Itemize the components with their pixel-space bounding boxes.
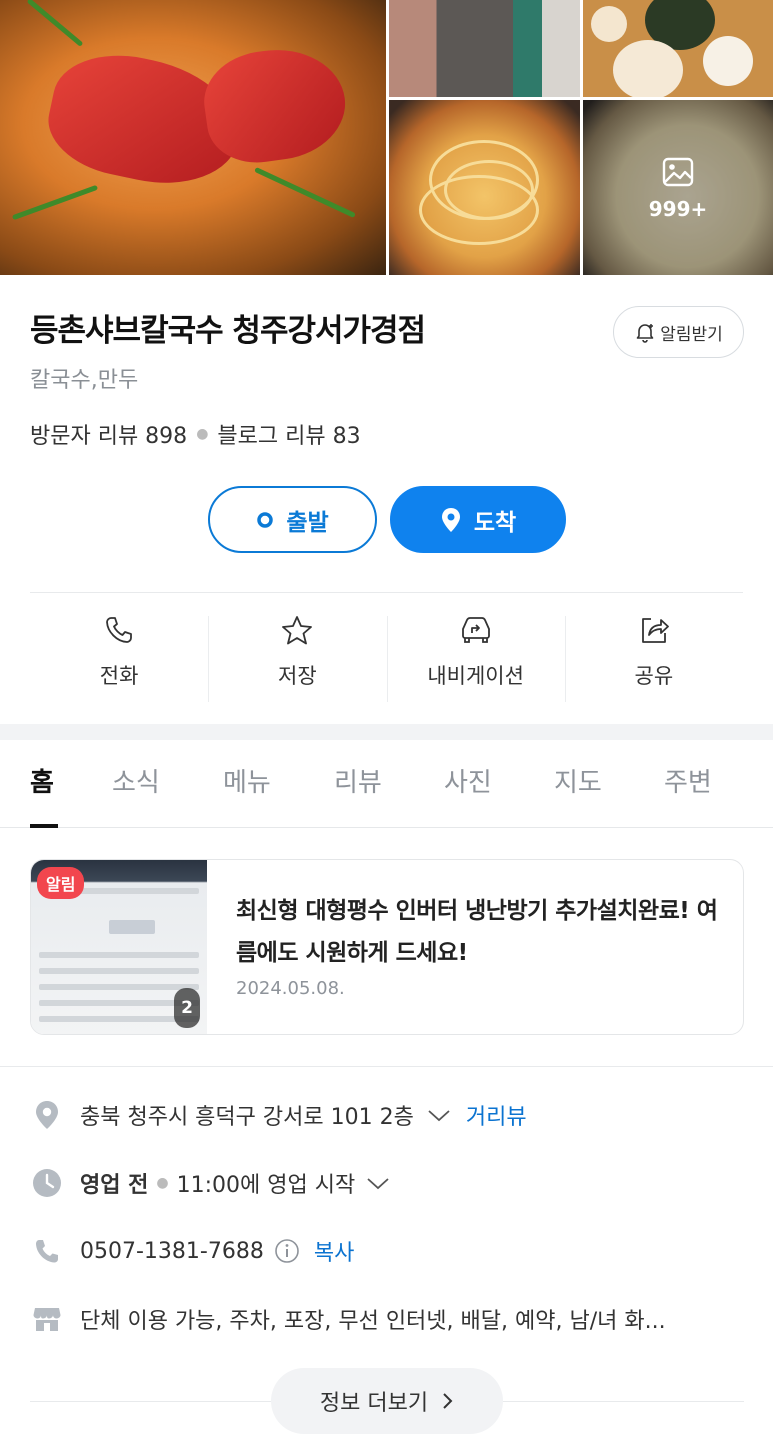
more-photos-count: 999+ [648, 196, 708, 221]
call-label: 전화 [99, 664, 139, 688]
tab-photo[interactable]: 사진 [444, 762, 492, 799]
notice-badge: 알림 [37, 867, 85, 899]
photo-detail-herb [11, 184, 99, 221]
notice-date: 2024.05.08. [236, 978, 345, 999]
gallery-photo-fried-rice[interactable]: 999+ [583, 100, 773, 275]
more-info-label: 정보 더보기 [319, 1391, 429, 1416]
more-photos-overlay[interactable]: 999+ [583, 100, 773, 275]
tab-nearby[interactable]: 주변 [664, 762, 712, 799]
gallery-photo-building[interactable] [389, 0, 580, 97]
save-label: 저장 [278, 664, 317, 688]
address-text: 충북 청주시 흥덕구 강서로 101 2층 [80, 1105, 414, 1130]
hours-status: 영업 전 [80, 1173, 149, 1198]
hours-row: 영업 전 ● 11:00에 영업 시작 [30, 1163, 391, 1203]
divider [30, 1401, 271, 1402]
photo-detail-vent [39, 968, 199, 974]
separator-dot: ● [156, 1175, 169, 1191]
phone-number[interactable]: 0507-1381-7688 [80, 1239, 264, 1264]
phone-icon [30, 1234, 64, 1268]
tab-map[interactable]: 지도 [554, 762, 602, 799]
divider [0, 1066, 773, 1067]
photo-detail-herb [254, 166, 356, 219]
more-info-button[interactable]: 정보 더보기 [271, 1368, 503, 1434]
copy-link[interactable]: 복사 [314, 1235, 354, 1267]
visitor-review-link[interactable]: 방문자 리뷰 898 [30, 418, 187, 450]
location-pin-icon [441, 507, 460, 532]
amenities-text: 단체 이용 가능, 주차, 포장, 무선 인터넷, 배달, 예약, 남/녀 화.… [80, 1309, 666, 1334]
gallery-photo-noodles[interactable] [389, 100, 580, 275]
store-icon [30, 1302, 64, 1336]
tab-home[interactable]: 홈 [30, 762, 54, 799]
origin-dot-icon [257, 511, 274, 528]
review-summary: 방문자 리뷰 898 ● 블로그 리뷰 83 [30, 418, 361, 450]
notice-card[interactable]: 알림 2 최신형 대형평수 인버터 냉난방기 추가설치완료! 여름에도 시원하게… [30, 859, 744, 1035]
photo-detail-vent [39, 952, 199, 958]
gallery-photo-main[interactable] [0, 0, 386, 275]
notice-title: 최신형 대형평수 인버터 냉난방기 추가설치완료! 여름에도 시원하게 드세요! [236, 898, 718, 966]
photo-detail-panel [109, 920, 155, 934]
navigation-label: 내비게이션 [427, 664, 524, 688]
save-action[interactable]: 저장 [208, 604, 386, 714]
chevron-down-icon[interactable] [426, 1105, 452, 1125]
amenities-row[interactable]: 단체 이용 가능, 주차, 포장, 무선 인터넷, 배달, 예약, 남/녀 화.… [30, 1299, 666, 1339]
address-row: 충북 청주시 흥덕구 강서로 101 2층 거리뷰 [30, 1095, 527, 1135]
separator-dot: ● [196, 426, 209, 442]
alarm-label: 알림받기 [660, 324, 723, 345]
chevron-right-icon [443, 1393, 453, 1409]
place-name: 등촌샤브칼국수 청주강서가경점 [30, 313, 426, 349]
photo-detail-dish [613, 40, 683, 97]
arrive-label: 도착 [473, 509, 517, 536]
phone-icon [106, 617, 133, 643]
depart-label: 출발 [286, 509, 329, 536]
clock-icon [30, 1166, 64, 1200]
notice-image: 알림 2 [31, 860, 207, 1034]
photo-detail-noodle [419, 175, 539, 245]
photo-detail-herb [26, 0, 84, 47]
street-view-link[interactable]: 거리뷰 [466, 1099, 527, 1131]
gallery-photo-side-dishes[interactable] [583, 0, 773, 97]
share-icon [641, 618, 669, 643]
share-action[interactable]: 공유 [564, 604, 743, 714]
photo-gallery[interactable]: 999+ [0, 0, 773, 275]
tab-bar: 홈 소식 메뉴 리뷰 사진 지도 주변 [0, 740, 773, 828]
tab-menu[interactable]: 메뉴 [223, 762, 271, 799]
photo-detail-dish [703, 36, 753, 86]
bell-icon [636, 324, 654, 343]
section-separator [0, 724, 773, 740]
car-navigation-icon [461, 617, 490, 643]
divider [30, 592, 743, 593]
tab-news[interactable]: 소식 [112, 762, 160, 799]
hours-detail: 11:00에 영업 시작 [176, 1173, 356, 1198]
tab-review[interactable]: 리뷰 [334, 762, 382, 799]
depart-button[interactable]: 출발 [208, 486, 377, 553]
active-tab-indicator [30, 824, 58, 828]
share-label: 공유 [634, 664, 674, 688]
photo-detail-meat [198, 40, 352, 170]
divider [503, 1401, 744, 1402]
star-icon [282, 616, 313, 645]
arrive-button[interactable]: 도착 [390, 486, 566, 553]
photo-detail-dish [591, 6, 627, 42]
alarm-button[interactable]: 알림받기 [613, 306, 744, 358]
photo-detail-vent [39, 984, 199, 990]
blog-review-link[interactable]: 블로그 리뷰 83 [217, 418, 360, 450]
image-icon [662, 157, 694, 186]
notice-image-count: 2 [174, 988, 200, 1028]
call-action[interactable]: 전화 [30, 604, 208, 714]
action-bar: 전화 저장 내비게이션 공유 [30, 604, 743, 714]
location-icon [30, 1098, 64, 1132]
info-icon[interactable] [274, 1238, 300, 1264]
navigation-action[interactable]: 내비게이션 [386, 604, 565, 714]
place-category: 칼국수,만두 [30, 368, 139, 393]
chevron-down-icon[interactable] [365, 1173, 391, 1193]
phone-row: 0507-1381-7688 복사 [30, 1231, 354, 1271]
